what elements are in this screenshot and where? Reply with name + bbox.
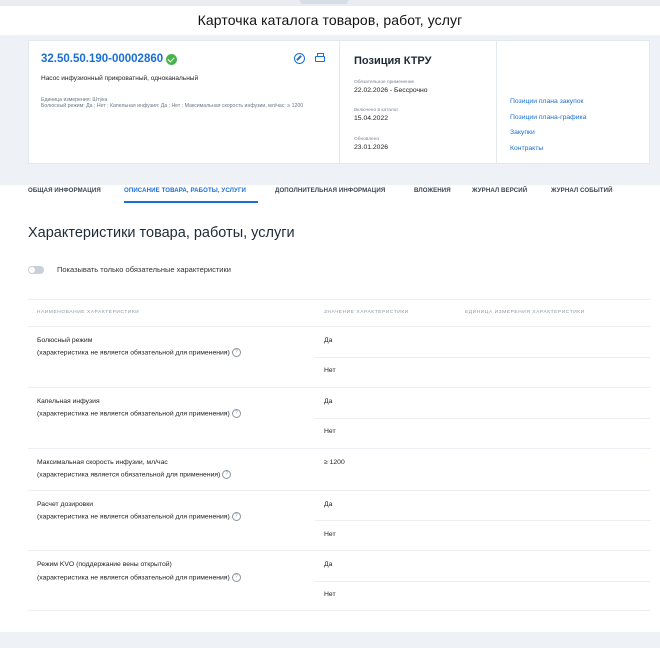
tab-general-info[interactable]: ОБЩАЯ ИНФОРМАЦИЯ [28,187,101,194]
row-value: Да [324,561,333,568]
row-name-dosage: Расчет дозировки [37,501,94,508]
tab-version-log[interactable]: ЖУРНАЛ ВЕРСИЙ [472,187,527,194]
mandatory-label: Обязательное применение [354,80,415,85]
link-schedule-positions[interactable]: Позиции плана-графика [510,114,586,121]
link-contracts[interactable]: Контракты [510,145,543,152]
section-title: Характеристики товара, работы, услуги [28,225,295,241]
row-value: Да [324,398,333,405]
question-circle-icon[interactable]: ? [222,470,232,479]
tab-attachments[interactable]: ВЛОЖЕНИЯ [414,187,451,194]
header-divider [28,326,651,327]
row-divider [28,550,651,551]
row-note-text: (характеристика не является обязательной… [37,574,230,582]
value-divider [315,357,651,358]
tab-bar: ОБЩАЯ ИНФОРМАЦИЯ ОПИСАНИЕ ТОВАРА, РАБОТЫ… [0,185,660,205]
included-value: 15.04.2022 [354,115,389,122]
active-tab-indicator [124,201,258,203]
row-value: Нет [324,428,336,435]
row-note-text: (характеристика не является обязательной… [37,349,230,357]
row-note: (характеристика не является обязательной… [37,409,241,418]
row-value: Нет [324,367,336,374]
tab-additional-info[interactable]: ДОПОЛНИТЕЛЬНАЯ ИНФОРМАЦИЯ [275,187,385,194]
row-value: Да [324,337,333,344]
row-name-kvo: Режим KVO (поддержание вены открытой) [37,561,172,568]
question-circle-icon[interactable]: ? [231,573,241,582]
ktru-info: Позиция КТРУ Обязательное применение 22.… [340,41,497,163]
product-meta: Единица измерения: Штука Болюсный режим:… [41,97,331,110]
row-note: (характеристика не является обязательной… [37,573,241,582]
browser-top-strip [0,0,660,6]
column-header-value: ЗНАЧЕНИЕ ХАРАКТЕРИСТИКИ [324,310,409,315]
column-header-unit: ЕДИНИЦА ИЗМЕРЕНИЯ ХАРАКТЕРИСТИКИ [465,310,585,315]
card-main-info: 32.50.50.190-00002860 Насос инфузионный … [29,41,340,163]
row-note: (характеристика является обязательной дл… [37,470,232,479]
row-name-bolus: Болюсный режим [37,337,93,344]
row-divider [28,387,651,388]
row-name-drip: Капельная инфузия [37,398,100,405]
catalog-card: 32.50.50.190-00002860 Насос инфузионный … [28,40,650,164]
compass-icon[interactable] [294,53,305,64]
included-label: Включено в каталог [354,108,399,113]
page-title: Карточка каталога товаров, работ, услуг [197,12,463,28]
value-divider [315,418,651,419]
value-divider [315,520,651,521]
row-note-text: (характеристика не является обязательной… [37,410,230,418]
row-value: Нет [324,591,336,598]
mandatory-only-toggle[interactable] [28,266,44,274]
tab-product-description[interactable]: ОПИСАНИЕ ТОВАРА, РАБОТЫ, УСЛУГИ [124,187,246,194]
row-note: (характеристика не является обязательной… [37,348,241,357]
row-name-max-rate: Максимальная скорость инфузии, мл/час [37,459,168,466]
row-divider [28,490,651,491]
product-description: Болюсный режим: Да ; Нет ; Капельная инф… [41,103,304,110]
ktru-title: Позиция КТРУ [354,55,432,67]
mandatory-value: 22.02.2026 - Бессрочно [354,87,428,94]
catalog-code[interactable]: 32.50.50.190-00002860 [41,53,163,65]
value-divider [315,581,651,582]
check-circle-icon [166,54,177,65]
tab-event-log[interactable]: ЖУРНАЛ СОБЫТИЙ [551,187,613,194]
link-plan-positions[interactable]: Позиции плана закупок [510,98,584,105]
updated-value: 23.01.2026 [354,144,389,151]
row-note: (характеристика не является обязательной… [37,512,241,521]
row-value: ≥ 1200 [324,459,345,466]
row-divider [28,448,651,449]
scroll-handle [300,0,348,4]
question-circle-icon[interactable]: ? [231,409,241,418]
toggle-label: Показывать только обязательные характери… [57,265,231,274]
row-note-text: (характеристика является обязательной дл… [37,471,221,479]
row-note-text: (характеристика не является обязательной… [37,513,230,521]
footer-strip [0,632,660,648]
question-circle-icon[interactable]: ? [231,512,241,521]
row-value: Нет [324,531,336,538]
question-circle-icon[interactable]: ? [231,348,241,357]
updated-label: Обновлено [354,137,380,142]
link-purchases[interactable]: Закупки [510,129,535,136]
table-top-divider [28,299,651,300]
printer-icon[interactable] [315,53,325,62]
related-links: Позиции плана закупок Позиции плана-граф… [497,41,649,163]
column-header-name: НАИМЕНОВАНИЕ ХАРАКТЕРИСТИКИ [37,310,140,315]
row-value: Да [324,501,333,508]
table-bottom-divider [28,610,651,611]
product-name: Насос инфузионный прикроватный, однокана… [41,75,199,82]
